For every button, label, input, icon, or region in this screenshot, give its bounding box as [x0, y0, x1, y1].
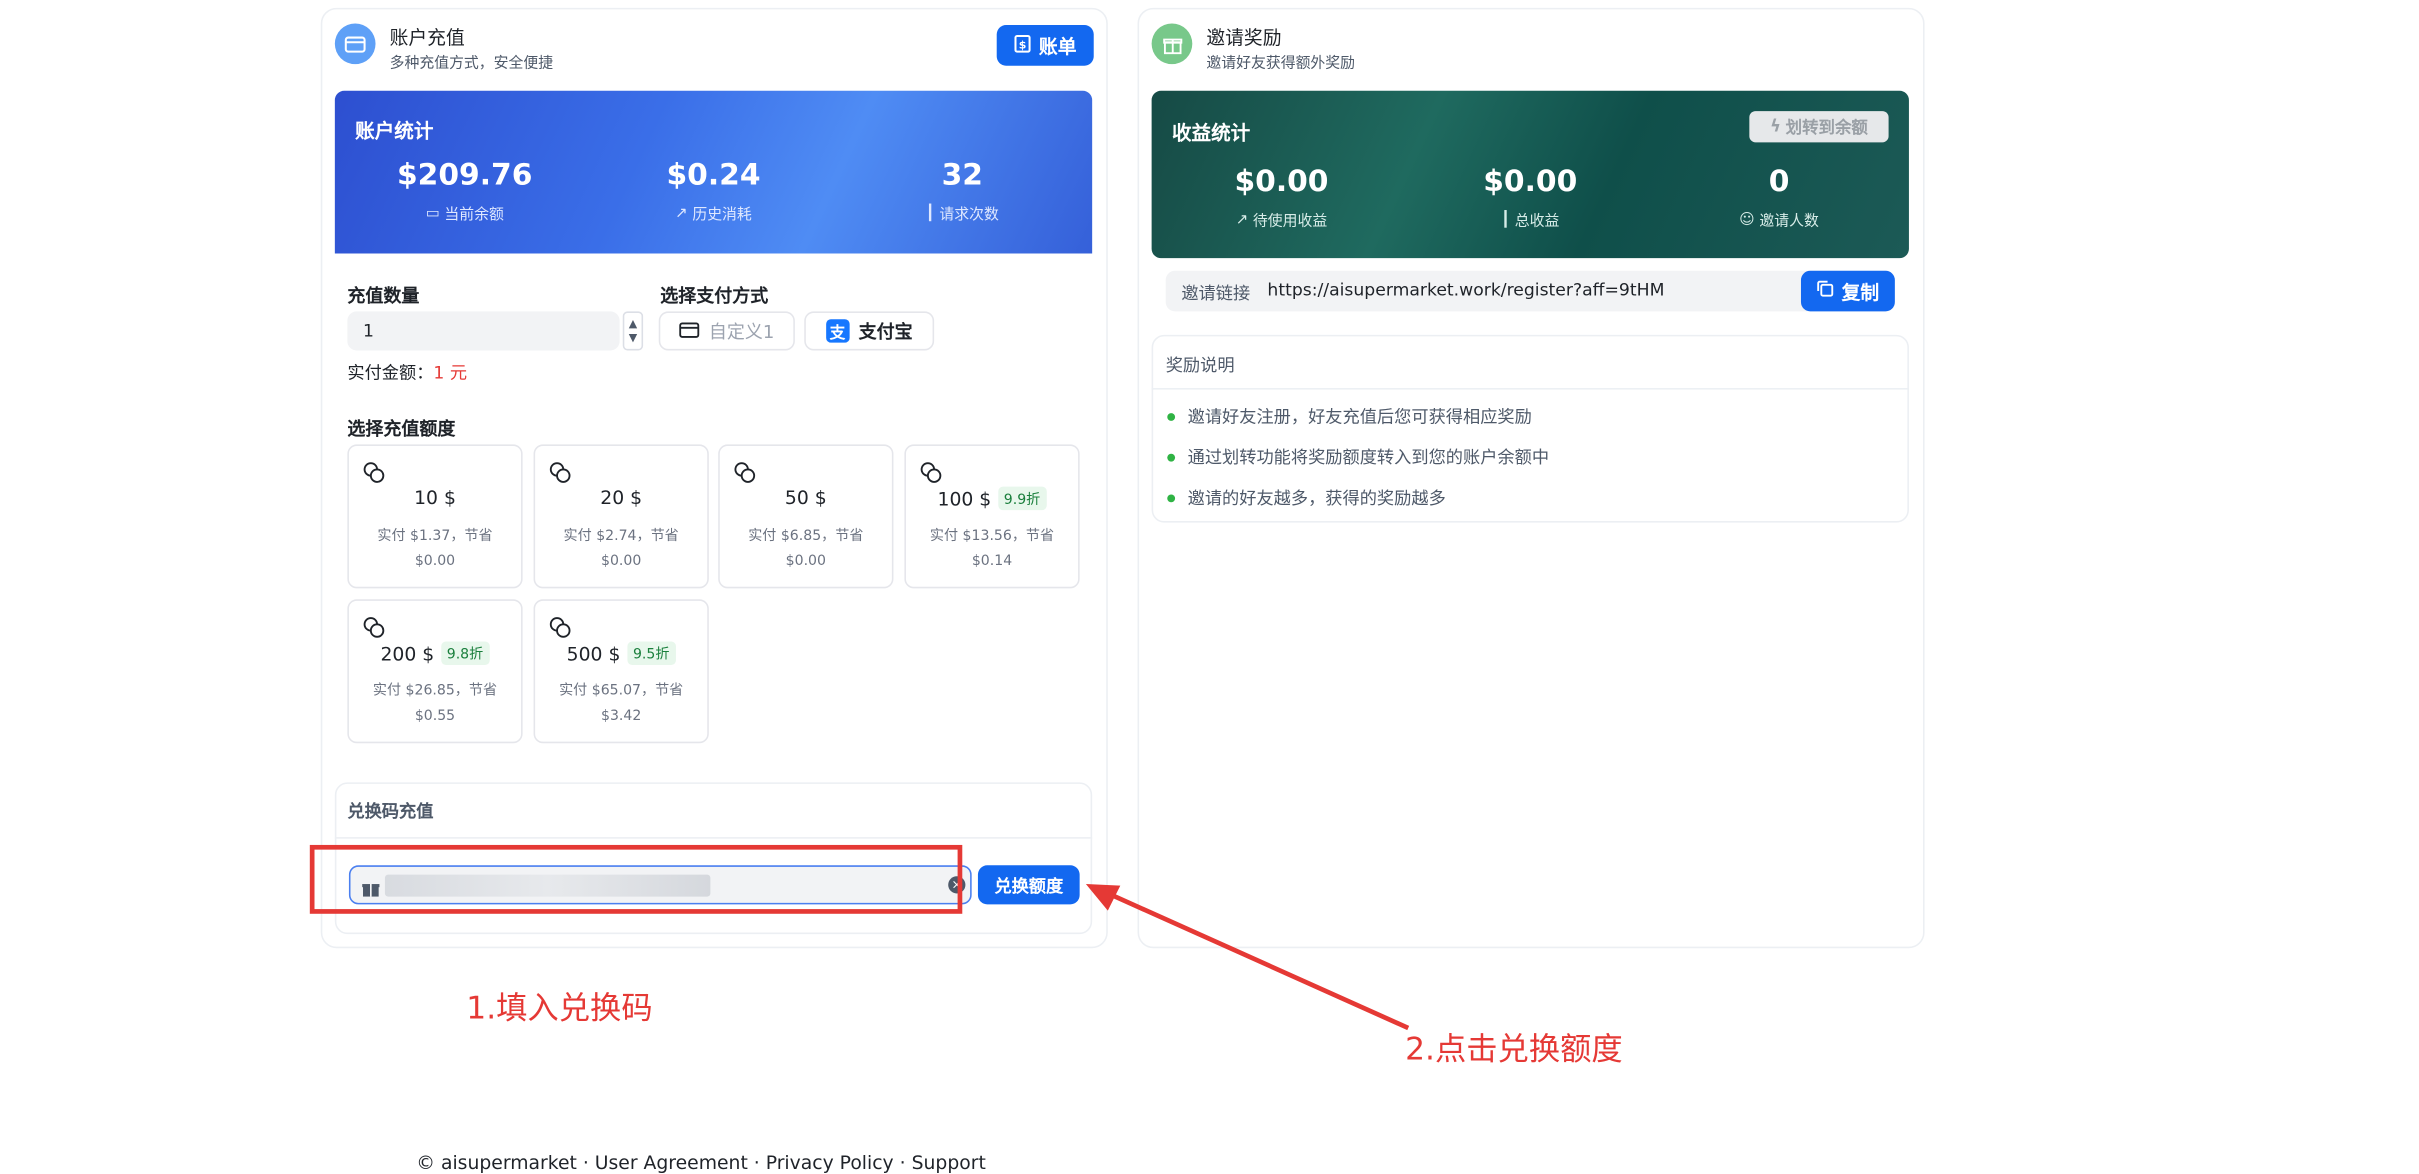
annotation-arrow: [1085, 884, 1410, 1031]
footer-links[interactable]: © aisupermarket · User Agreement · Priva…: [416, 1152, 986, 1174]
